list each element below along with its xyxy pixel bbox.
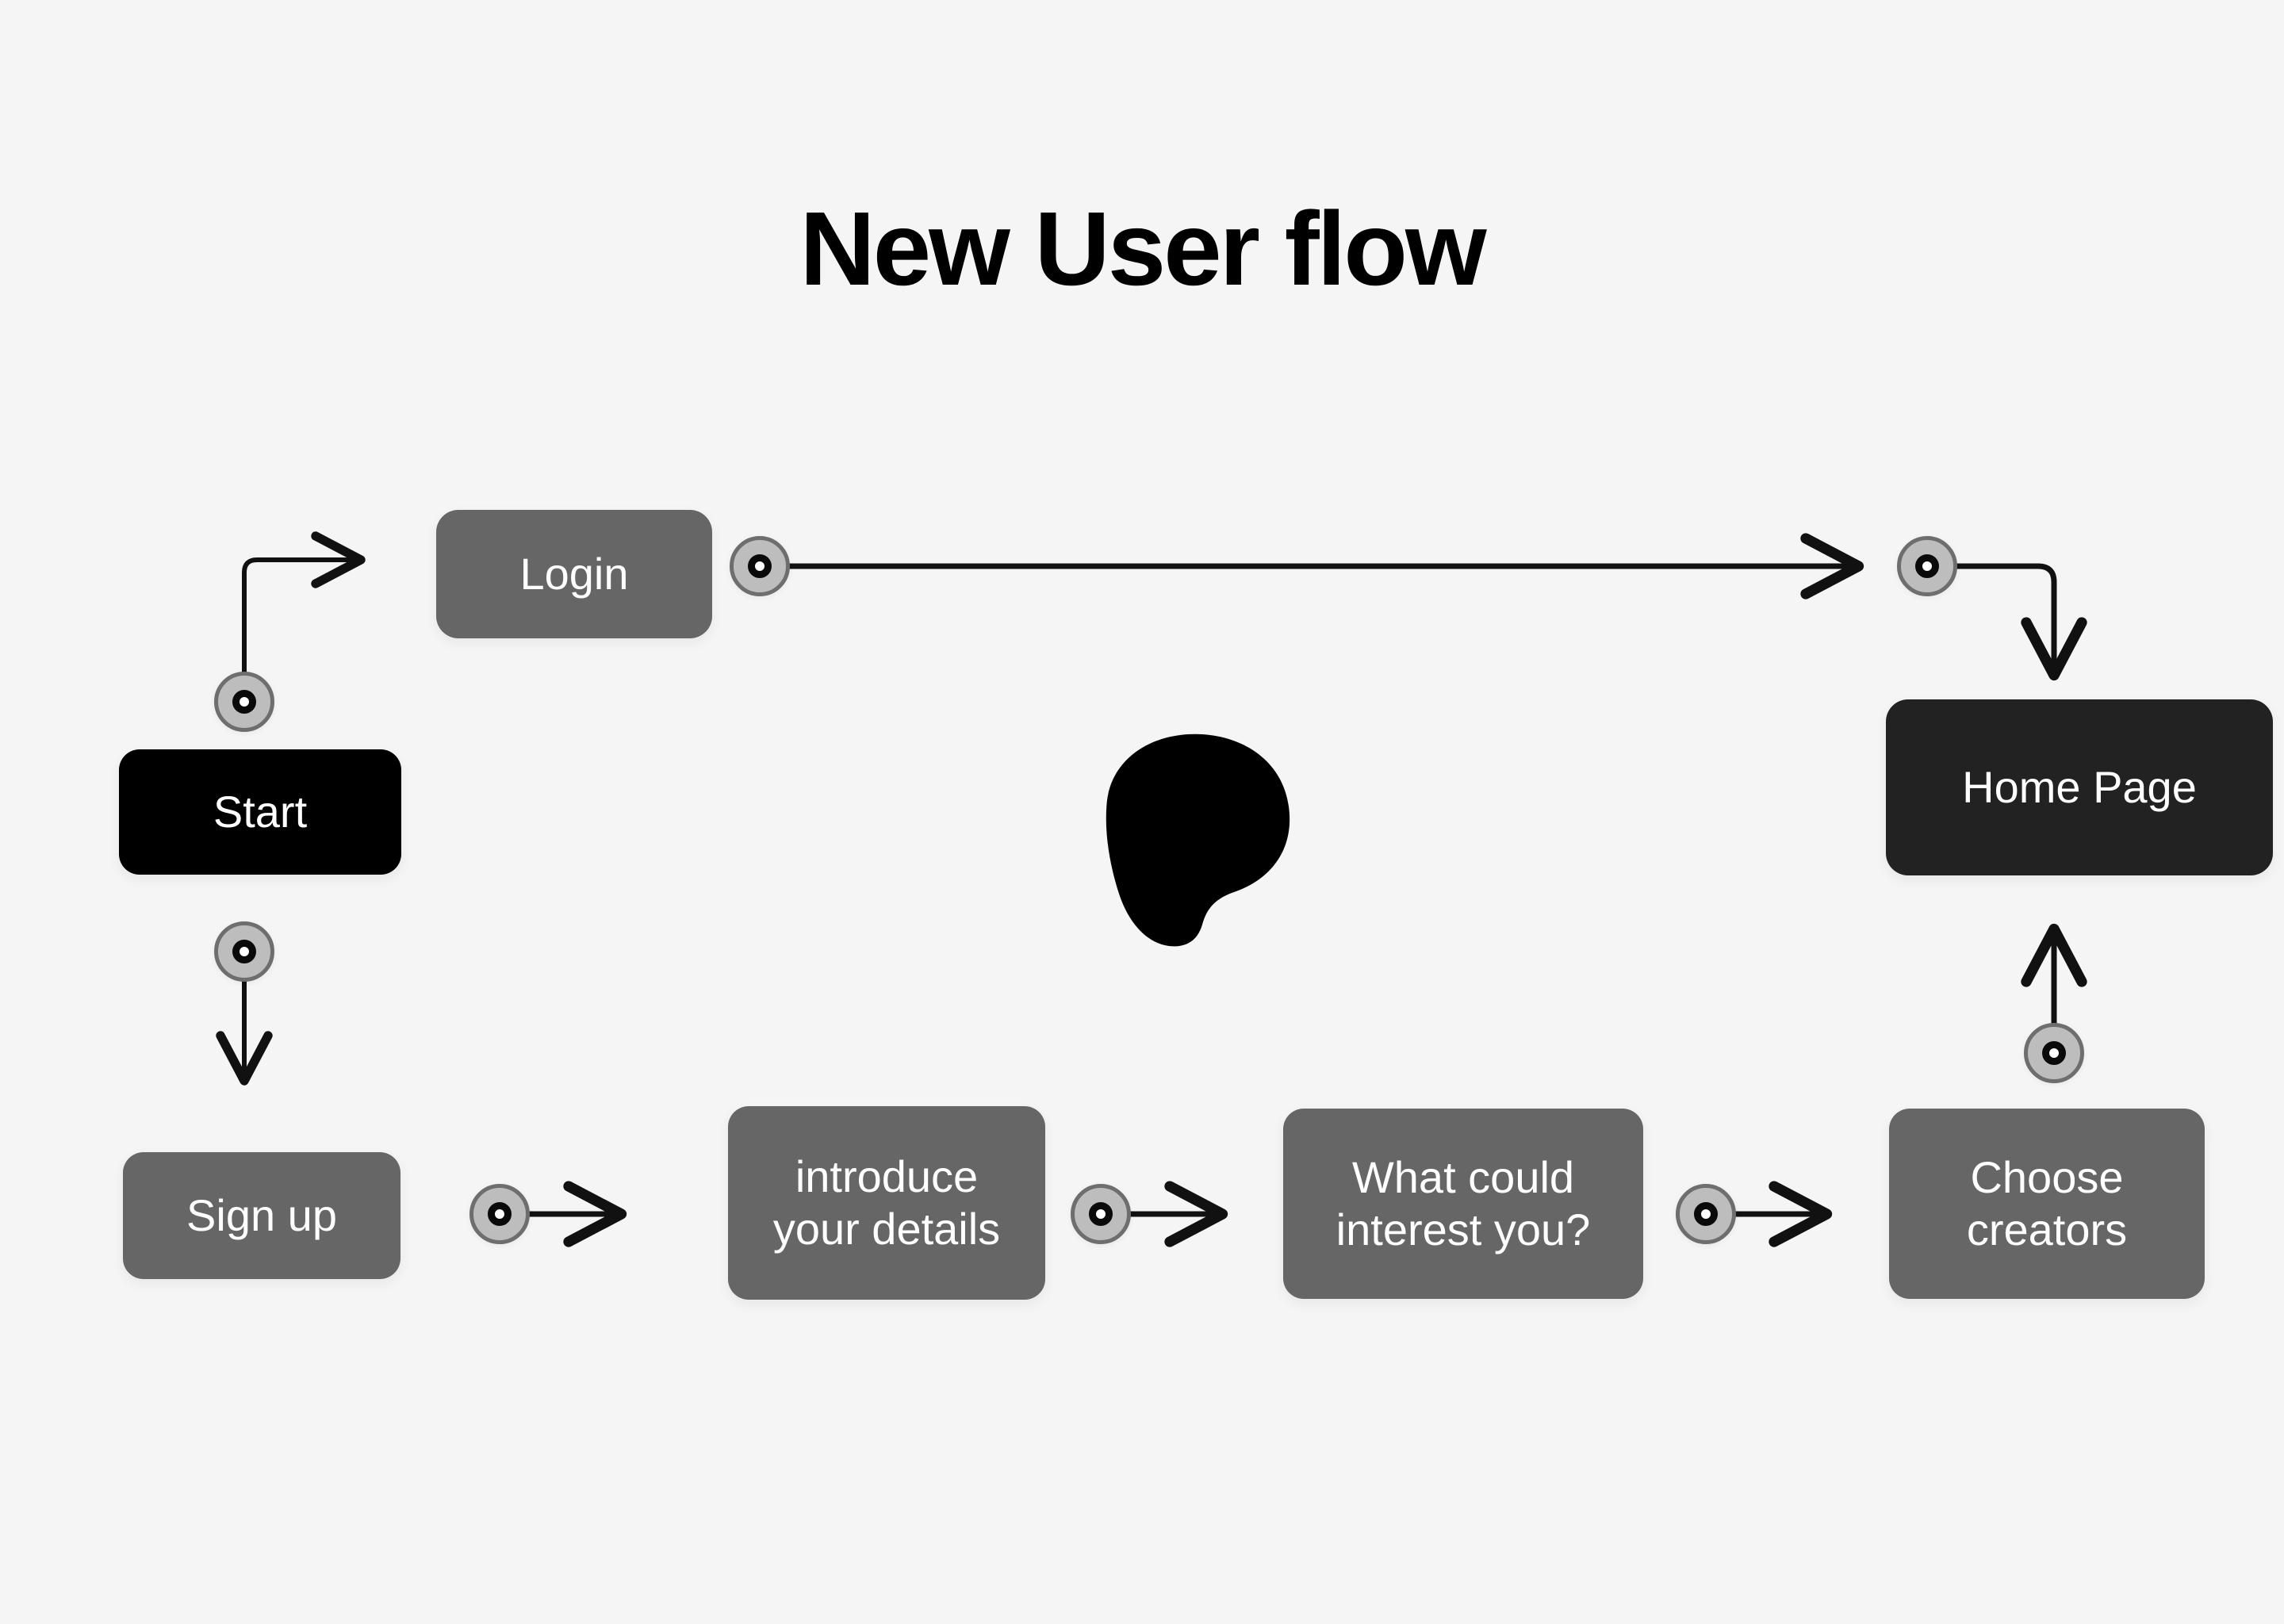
node-sign-up-label: Sign up [186, 1189, 337, 1240]
node-choose-creators[interactable]: Choose creators [1889, 1109, 2205, 1299]
node-choose-creators-label: Choose creators [1966, 1151, 2128, 1254]
start-top-handle[interactable] [214, 672, 274, 732]
handle-dot-icon [2042, 1041, 2066, 1065]
handle-dot-icon [1915, 554, 1939, 578]
node-what-interest[interactable]: What could interest you? [1283, 1109, 1643, 1299]
node-introduce-details[interactable]: introduce your details [728, 1106, 1045, 1300]
node-sign-up[interactable]: Sign up [123, 1152, 400, 1279]
sign-up-right-handle[interactable] [469, 1184, 530, 1244]
node-home-page[interactable]: Home Page [1886, 699, 2273, 875]
node-login-label: Login [519, 548, 629, 599]
home-page-top-handle[interactable] [1897, 536, 1957, 596]
node-home-page-label: Home Page [1962, 761, 2197, 812]
handle-dot-icon [748, 554, 772, 578]
node-what-interest-label: What could interest you? [1336, 1151, 1591, 1254]
organic-blob-shape [1106, 733, 1290, 947]
introduce-right-handle[interactable] [1071, 1184, 1131, 1244]
start-bottom-handle[interactable] [214, 921, 274, 982]
node-start-label: Start [213, 786, 308, 837]
what-interest-right-handle[interactable] [1676, 1184, 1736, 1244]
node-login[interactable]: Login [436, 510, 712, 638]
node-start[interactable]: Start [119, 749, 401, 875]
handle-dot-icon [488, 1202, 512, 1226]
flow-canvas: New User flow Login Start Home Page Sign… [0, 0, 2284, 1624]
handle-dot-icon [232, 940, 256, 963]
node-introduce-details-label: introduce your details [772, 1151, 1001, 1254]
login-right-handle[interactable] [730, 536, 790, 596]
handle-dot-icon [1089, 1202, 1113, 1226]
handle-dot-icon [232, 690, 256, 714]
handle-dot-icon [1694, 1202, 1718, 1226]
choose-creators-top-handle[interactable] [2024, 1023, 2084, 1083]
